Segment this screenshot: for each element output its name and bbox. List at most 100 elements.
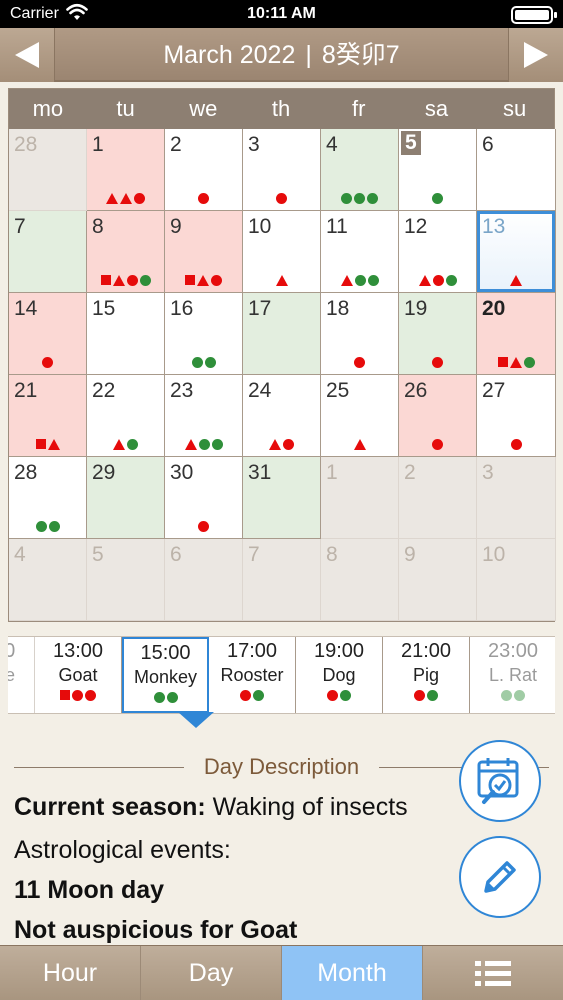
day-marks (87, 356, 164, 368)
day-cell[interactable]: 5 (399, 129, 477, 211)
green-dot-icon (198, 438, 210, 450)
day-cell[interactable]: 3 (243, 129, 321, 211)
day-number: 22 (92, 379, 116, 402)
day-cell[interactable]: 29 (87, 457, 165, 539)
square-mark-icon (100, 275, 111, 285)
day-marks (477, 192, 555, 204)
next-month-button[interactable] (508, 28, 563, 82)
day-cell[interactable]: 21 (9, 375, 87, 457)
day-cell[interactable]: 18 (321, 293, 399, 375)
hour-item[interactable]: 19:00 Dog (296, 637, 383, 713)
green-dot-icon (48, 520, 60, 532)
day-cell[interactable]: 1 (321, 457, 399, 539)
current-season: Current season: Waking of insects (14, 793, 408, 822)
hour-marks (209, 690, 295, 701)
day-number: 6 (482, 133, 494, 156)
day-cell[interactable]: 4 (9, 539, 87, 621)
edit-note-button[interactable] (459, 836, 541, 918)
day-cell[interactable]: 8 (87, 211, 165, 293)
day-cell[interactable]: 30 (165, 457, 243, 539)
red-dot-icon (432, 356, 443, 368)
day-cell[interactable]: 6 (165, 539, 243, 621)
day-number: 28 (14, 461, 38, 484)
day-cell[interactable]: 11 (321, 211, 399, 293)
day-marks (399, 356, 476, 368)
green-dot-icon (340, 690, 351, 701)
day-number: 1 (326, 461, 338, 484)
day-marks (165, 438, 242, 450)
day-cell[interactable]: 6 (477, 129, 556, 211)
red-dot-icon (134, 192, 145, 204)
day-cell[interactable]: 22 (87, 375, 165, 457)
square-mark-icon (185, 275, 195, 285)
menu-button[interactable] (423, 946, 563, 1000)
day-cell[interactable]: 10 (243, 211, 321, 293)
day-cell[interactable]: 20 (477, 293, 556, 375)
day-number: 20 (482, 297, 506, 320)
day-cell[interactable]: 10 (477, 539, 556, 621)
day-cell[interactable]: 9 (165, 211, 243, 293)
day-cell[interactable]: 14 (9, 293, 87, 375)
tab-month[interactable]: Month (282, 946, 423, 1000)
hour-animal: Dog (322, 665, 356, 685)
day-cell[interactable]: 1 (87, 129, 165, 211)
day-cell[interactable]: 2 (165, 129, 243, 211)
day-cell[interactable]: 8 (321, 539, 399, 621)
day-cell[interactable]: 23 (165, 375, 243, 457)
square-mark-icon (35, 439, 46, 449)
hour-time: 13:00 (52, 640, 104, 662)
day-cell[interactable]: 7 (9, 211, 87, 293)
day-cell[interactable]: 25 (321, 375, 399, 457)
hour-item[interactable]: 15:00 Monkey (122, 637, 209, 713)
day-cell[interactable]: 27 (477, 375, 556, 457)
day-marks (87, 602, 164, 614)
hour-item[interactable]: 23:00 L. Rat (470, 637, 555, 713)
day-cell[interactable]: 31 (243, 457, 321, 539)
season-label: Current season: (14, 793, 206, 821)
red-dot-icon (327, 690, 338, 701)
hour-item[interactable]: 13:00 Goat (35, 637, 122, 713)
hour-item[interactable]: 11:00Horse (8, 637, 35, 713)
hour-animal: Monkey (133, 667, 198, 687)
day-number: 4 (14, 543, 26, 566)
hour-animal: Pig (412, 665, 439, 685)
day-cell[interactable]: 28 (9, 129, 87, 211)
tab-hour[interactable]: Hour (0, 946, 141, 1000)
triangle-mark-icon (340, 274, 353, 286)
calendar-check-button[interactable] (459, 740, 541, 822)
hour-strip[interactable]: 11:00Horse 13:00 Goat 15:00 Monkey 17:00 Roost… (8, 636, 555, 714)
day-marks (165, 274, 242, 286)
day-cell[interactable]: 28 (9, 457, 87, 539)
day-cell[interactable]: 5 (87, 539, 165, 621)
day-cell[interactable]: 16 (165, 293, 243, 375)
hour-item[interactable]: 21:00 Pig (383, 637, 470, 713)
day-cell[interactable]: 15 (87, 293, 165, 375)
day-cell[interactable]: 12 (399, 211, 477, 293)
day-marks (87, 274, 164, 286)
day-cell[interactable]: 24 (243, 375, 321, 457)
square-mark-icon (497, 357, 508, 367)
day-cell[interactable]: 2 (399, 457, 477, 539)
day-cell[interactable]: 17 (243, 293, 321, 375)
day-cell[interactable]: 26 (399, 375, 477, 457)
triangle-mark-icon (184, 438, 197, 450)
auspice-note: Not auspicious for Goat (14, 916, 298, 944)
triangle-mark-icon (47, 438, 60, 450)
hour-item[interactable]: 17:00 Rooster (209, 637, 296, 713)
day-cell[interactable]: 9 (399, 539, 477, 621)
day-cell[interactable]: 4 (321, 129, 399, 211)
day-cell[interactable]: 13 (477, 211, 556, 293)
day-marks (321, 520, 398, 532)
green-dot-icon (204, 356, 216, 368)
tab-day[interactable]: Day (141, 946, 282, 1000)
day-cell[interactable]: 19 (399, 293, 477, 375)
green-dot-icon (127, 438, 138, 450)
day-cell[interactable]: 7 (243, 539, 321, 621)
triangle-mark-icon (418, 274, 431, 286)
previous-month-button[interactable] (0, 28, 55, 82)
green-dot-icon (445, 274, 457, 286)
green-dot-icon (191, 356, 203, 368)
green-dot-icon (432, 192, 443, 204)
day-marks (165, 602, 242, 614)
day-cell[interactable]: 3 (477, 457, 556, 539)
